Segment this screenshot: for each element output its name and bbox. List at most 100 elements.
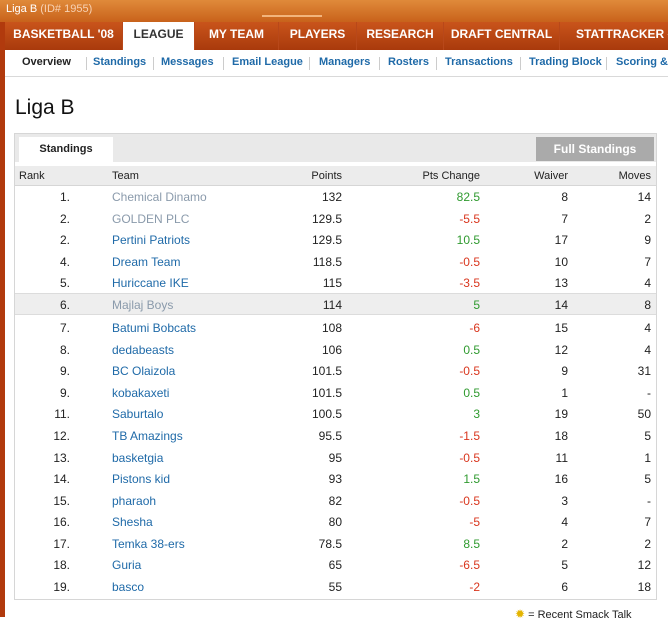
standings-rank: 2. <box>59 233 70 247</box>
team-link[interactable]: Temka 38-ers <box>112 537 185 551</box>
team-link[interactable]: Pertini Patriots <box>112 233 190 247</box>
standings-rank: 13. <box>53 451 70 465</box>
nav-my-team[interactable]: MY TEAM <box>195 22 279 50</box>
header-points[interactable]: Points <box>302 170 342 182</box>
waiver-priority: 15 <box>554 321 568 335</box>
subnav-overview[interactable]: Overview <box>22 56 71 68</box>
team-link[interactable]: pharaoh <box>112 494 156 508</box>
team-link[interactable]: Chemical Dinamo <box>112 190 207 204</box>
table-row: 9. BC Olaizola 101.5 -0.5 9 31 <box>15 360 656 381</box>
waiver-priority: 13 <box>554 276 568 290</box>
standings-rank: 1. <box>59 190 70 204</box>
table-row: 4. Dream Team 118.5 -0.5 10 7 <box>15 251 656 272</box>
team-points: 55 <box>328 580 342 594</box>
standings-rank: 9. <box>59 386 70 400</box>
points-change: -6.5 <box>459 558 480 572</box>
nav-players[interactable]: PLAYERS <box>279 22 357 50</box>
standings-rank: 17. <box>53 537 70 551</box>
team-link[interactable]: Dream Team <box>112 255 180 269</box>
waiver-priority: 4 <box>561 515 568 529</box>
header-pts-change[interactable]: Pts Change <box>400 170 480 182</box>
table-row: 17. Temka 38-ers 78.5 8.5 2 2 <box>15 533 656 554</box>
standings-rank: 8. <box>59 343 70 357</box>
moves-count: 31 <box>637 364 651 378</box>
subnav-transactions[interactable]: Transactions <box>445 56 513 68</box>
subnav-messages[interactable]: Messages <box>161 56 214 68</box>
table-row: 16. Shesha 80 -5 4 7 <box>15 511 656 532</box>
nav-basketball-08[interactable]: BASKETBALL '08 <box>5 22 123 50</box>
team-link[interactable]: GOLDEN PLC <box>112 212 189 226</box>
header-waiver[interactable]: Waiver <box>508 170 568 182</box>
standings-rank: 14. <box>53 472 70 486</box>
subnav-rosters[interactable]: Rosters <box>388 56 429 68</box>
standings-rank: 6. <box>59 298 70 312</box>
standings-rank: 9. <box>59 364 70 378</box>
waiver-priority: 5 <box>561 558 568 572</box>
table-row: 5. Huriccane IKE 115 -3.5 13 4 <box>15 272 656 293</box>
team-link[interactable]: kobakaxeti <box>112 386 169 400</box>
waiver-priority: 2 <box>561 537 568 551</box>
header-moves[interactable]: Moves <box>591 170 651 182</box>
points-change: -0.5 <box>459 494 480 508</box>
table-row: 2. Pertini Patriots 129.5 10.5 17 9 <box>15 229 656 250</box>
table-row: 2. GOLDEN PLC 129.5 -5.5 7 2 <box>15 208 656 229</box>
team-points: 132 <box>321 190 342 204</box>
team-link[interactable]: basketgia <box>112 451 163 465</box>
nav-research[interactable]: RESEARCH <box>357 22 444 50</box>
team-link[interactable]: Huriccane IKE <box>112 276 189 290</box>
moves-count: 5 <box>644 429 651 443</box>
points-change: 1.5 <box>463 472 480 486</box>
subnav-trading-block[interactable]: Trading Block <box>529 56 602 68</box>
points-change: 82.5 <box>456 190 480 204</box>
team-link[interactable]: BC Olaizola <box>112 364 175 378</box>
titlebar-decoration <box>262 15 322 17</box>
subnav-scoring[interactable]: Scoring & <box>616 56 668 68</box>
team-points: 118.5 <box>312 255 342 269</box>
moves-count: 12 <box>637 558 651 572</box>
waiver-priority: 11 <box>555 451 568 465</box>
team-link[interactable]: Pistons kid <box>112 472 170 486</box>
header-rank[interactable]: Rank <box>19 170 45 182</box>
moves-count: 4 <box>644 343 651 357</box>
table-row: 1. Chemical Dinamo 132 82.5 8 14 <box>15 186 656 207</box>
table-row: 14. Pistons kid 93 1.5 16 5 <box>15 468 656 489</box>
nav-stattracker[interactable]: STATTRACKER ⇗ <box>560 22 668 50</box>
team-link[interactable]: Saburtalo <box>112 407 163 421</box>
team-points: 108 <box>321 321 342 335</box>
subnav-email-league[interactable]: Email League <box>232 56 303 68</box>
points-change: -5 <box>469 515 480 529</box>
nav-league[interactable]: LEAGUE <box>123 22 195 52</box>
table-row: 7. Batumi Bobcats 108 -6 15 4 <box>15 317 656 338</box>
points-change: -0.5 <box>459 451 480 465</box>
team-link[interactable]: Shesha <box>112 515 153 529</box>
waiver-priority: 18 <box>554 429 568 443</box>
points-change: -0.5 <box>459 255 480 269</box>
points-change: -3.5 <box>459 276 480 290</box>
table-row: 13. basketgia 95 -0.5 11 1 <box>15 447 656 468</box>
moves-count: 18 <box>637 580 651 594</box>
waiver-priority: 9 <box>561 364 568 378</box>
waiver-priority: 19 <box>554 407 568 421</box>
subnav-managers[interactable]: Managers <box>319 56 370 68</box>
team-link[interactable]: dedabeasts <box>112 343 174 357</box>
team-points: 80 <box>328 515 342 529</box>
subnav-divider <box>153 57 154 70</box>
subnav-divider <box>309 57 310 70</box>
team-points: 65 <box>328 558 342 572</box>
standings-rank: 2. <box>59 212 70 226</box>
team-link[interactable]: Guria <box>112 558 141 572</box>
points-change: -2 <box>469 580 480 594</box>
team-link[interactable]: basco <box>112 580 144 594</box>
tab-standings[interactable]: Standings <box>19 137 113 162</box>
nav-draft-central[interactable]: DRAFT CENTRAL <box>444 22 560 50</box>
team-link[interactable]: Batumi Bobcats <box>112 321 196 335</box>
team-link[interactable]: Majlaj Boys <box>112 298 173 312</box>
subnav-divider <box>86 57 87 70</box>
moves-count: 5 <box>644 472 651 486</box>
main-navigation: BASKETBALL '08 LEAGUE MY TEAM PLAYERS RE… <box>5 22 668 52</box>
team-link[interactable]: TB Amazings <box>112 429 183 443</box>
window-title: Liga B (ID# 1955) <box>6 3 93 15</box>
subnav-standings[interactable]: Standings <box>93 56 146 68</box>
header-team[interactable]: Team <box>112 170 139 182</box>
full-standings-button[interactable]: Full Standings <box>536 137 654 161</box>
